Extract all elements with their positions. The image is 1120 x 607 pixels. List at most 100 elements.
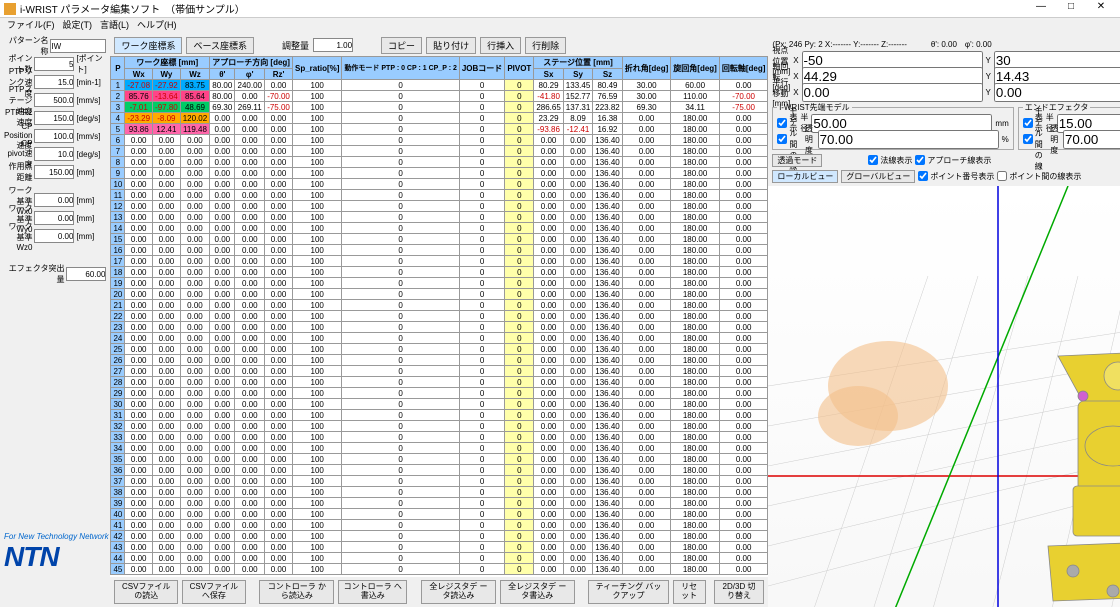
par-x-input[interactable]	[802, 83, 983, 102]
row-delete-button[interactable]: 行削除	[525, 37, 566, 54]
data-table-wrap[interactable]: P ワーク座標 [mm] アプローチ方向 [deg] Sp_ratio[%] 動…	[110, 56, 768, 577]
table-row[interactable]: 130.000.000.000.000.000.001000000.000.00…	[111, 212, 768, 223]
table-row[interactable]: 220.000.000.000.000.000.001000000.000.00…	[111, 311, 768, 322]
table-row[interactable]: 440.000.000.000.000.000.001000000.000.00…	[111, 553, 768, 564]
table-row[interactable]: 3-7.01-97.8048.6969.30269.11-75.00100000…	[111, 102, 768, 113]
cp-pivot-input[interactable]	[34, 147, 74, 161]
approach-check[interactable]	[915, 155, 925, 165]
menu-help[interactable]: ヘルプ(H)	[134, 18, 180, 34]
ptline-check[interactable]	[997, 171, 1007, 181]
reg-save-button[interactable]: 全レジスタデ ータ書込み	[500, 580, 575, 604]
reg-load-button[interactable]: 全レジスタデ ータ読込み	[421, 580, 496, 604]
minimize-button[interactable]: ―	[1026, 1, 1056, 17]
table-row[interactable]: 270.000.000.000.000.000.001000000.000.00…	[111, 366, 768, 377]
3d-view-panel: (Px: 246 Py: 2 X:------- Y:------- Z:---…	[768, 34, 1120, 607]
table-row[interactable]: 390.000.000.000.000.000.001000000.000.00…	[111, 498, 768, 509]
work-dist-input[interactable]	[34, 165, 74, 179]
eff-trans-input[interactable]	[1063, 130, 1120, 149]
2d3d-toggle-button[interactable]: 2D/3D 切り替え	[714, 580, 765, 604]
tip-trans-input[interactable]	[818, 130, 999, 149]
ptp-rz-input[interactable]	[34, 111, 74, 125]
ctrl-save-button[interactable]: コントローラ へ書込み	[338, 580, 407, 604]
table-row[interactable]: 160.000.000.000.000.000.001000000.000.00…	[111, 245, 768, 256]
pattern-name-input[interactable]	[50, 39, 106, 53]
ptnum-check[interactable]	[918, 171, 928, 181]
table-row[interactable]: 360.000.000.000.000.000.001000000.000.00…	[111, 465, 768, 476]
reset-button[interactable]: リセット	[673, 580, 706, 604]
table-row[interactable]: 90.000.000.000.000.000.001000000.000.001…	[111, 168, 768, 179]
menu-settings[interactable]: 設定(T)	[60, 18, 96, 34]
table-row[interactable]: 110.000.000.000.000.000.001000000.000.00…	[111, 190, 768, 201]
table-row[interactable]: 250.000.000.000.000.000.001000000.000.00…	[111, 344, 768, 355]
ptp-stage-input[interactable]	[34, 93, 74, 107]
point-count-input[interactable]	[34, 57, 74, 71]
effector-input[interactable]	[66, 267, 106, 281]
table-row[interactable]: 120.000.000.000.000.000.001000000.000.00…	[111, 201, 768, 212]
wb-wx-input[interactable]	[34, 193, 74, 207]
base-cs-button[interactable]: ベース座標系	[186, 37, 254, 54]
table-row[interactable]: 285.76-13.6485.6480.000.00-70.00100000-4…	[111, 91, 768, 102]
table-row[interactable]: 210.000.000.000.000.000.001000000.000.00…	[111, 300, 768, 311]
table-row[interactable]: 60.000.000.000.000.000.001000000.000.001…	[111, 135, 768, 146]
table-row[interactable]: 1-27.08-27.9283.7580.00240.000.001000008…	[111, 80, 768, 91]
table-row[interactable]: 430.000.000.000.000.000.001000000.000.00…	[111, 542, 768, 553]
table-row[interactable]: 330.000.000.000.000.000.001000000.000.00…	[111, 432, 768, 443]
wb-wz-input[interactable]	[34, 229, 74, 243]
table-row[interactable]: 420.000.000.000.000.000.001000000.000.00…	[111, 531, 768, 542]
local-view-button[interactable]: ローカルビュー	[772, 170, 838, 183]
menu-language[interactable]: 言語(L)	[97, 18, 132, 34]
close-button[interactable]: ✕	[1086, 1, 1116, 17]
table-row[interactable]: 80.000.000.000.000.000.001000000.000.001…	[111, 157, 768, 168]
window-title: i-WRIST パラメータ編集ソフト （帯価サンプル）	[20, 1, 1026, 16]
teaching-button[interactable]: ティーチング バックアップ	[588, 580, 668, 604]
table-row[interactable]: 200.000.000.000.000.000.001000000.000.00…	[111, 289, 768, 300]
table-row[interactable]: 260.000.000.000.000.000.001000000.000.00…	[111, 355, 768, 366]
table-row[interactable]: 370.000.000.000.000.000.001000000.000.00…	[111, 476, 768, 487]
menu-bar: ファイル(F) 設定(T) 言語(L) ヘルプ(H)	[0, 18, 1120, 34]
table-row[interactable]: 190.000.000.000.000.000.001000000.000.00…	[111, 278, 768, 289]
table-row[interactable]: 300.000.000.000.000.000.001000000.000.00…	[111, 399, 768, 410]
eff-line-check[interactable]	[1023, 134, 1033, 144]
maximize-button[interactable]: □	[1056, 1, 1086, 17]
table-row[interactable]: 230.000.000.000.000.000.001000000.000.00…	[111, 322, 768, 333]
table-row[interactable]: 280.000.000.000.000.000.001000000.000.00…	[111, 377, 768, 388]
paste-button[interactable]: 貼り付け	[426, 37, 476, 54]
table-row[interactable]: 593.8612.41119.480.000.000.00100000-93.8…	[111, 124, 768, 135]
bottom-toolbar: CSVファイル の読込 CSVファイル へ保存 コントローラ から読込み コント…	[110, 577, 768, 607]
table-row[interactable]: 290.000.000.000.000.000.001000000.000.00…	[111, 388, 768, 399]
3d-viewport[interactable]	[768, 186, 1120, 607]
tip-line-check[interactable]	[777, 134, 787, 144]
table-row[interactable]: 180.000.000.000.000.000.001000000.000.00…	[111, 267, 768, 278]
trans-mode-button[interactable]: 透過モード	[772, 154, 822, 167]
table-row[interactable]: 400.000.000.000.000.000.001000000.000.00…	[111, 509, 768, 520]
normal-check[interactable]	[868, 155, 878, 165]
table-row[interactable]: 340.000.000.000.000.000.001000000.000.00…	[111, 443, 768, 454]
table-row[interactable]: 4-23.29-8.09120.020.000.000.0010000023.2…	[111, 113, 768, 124]
adjust-input[interactable]	[313, 38, 353, 52]
csv-save-button[interactable]: CSVファイル へ保存	[182, 580, 246, 604]
table-row[interactable]: 380.000.000.000.000.000.001000000.000.00…	[111, 487, 768, 498]
top-toolbar: ワーク座標系 ベース座標系 調整量 コピー 貼り付け 行挿入 行削除	[110, 34, 768, 56]
table-row[interactable]: 450.000.000.000.000.000.001000000.000.00…	[111, 564, 768, 575]
table-row[interactable]: 140.000.000.000.000.000.001000000.000.00…	[111, 223, 768, 234]
work-cs-button[interactable]: ワーク座標系	[114, 37, 182, 54]
csv-load-button[interactable]: CSVファイル の読込	[114, 580, 178, 604]
ctrl-load-button[interactable]: コントローラ から読込み	[259, 580, 334, 604]
table-row[interactable]: 100.000.000.000.000.000.001000000.000.00…	[111, 179, 768, 190]
wb-wy-input[interactable]	[34, 211, 74, 225]
table-row[interactable]: 410.000.000.000.000.000.001000000.000.00…	[111, 520, 768, 531]
table-row[interactable]: 240.000.000.000.000.000.001000000.000.00…	[111, 333, 768, 344]
table-row[interactable]: 70.000.000.000.000.000.001000000.000.001…	[111, 146, 768, 157]
copy-button[interactable]: コピー	[381, 37, 422, 54]
global-view-button[interactable]: グローバルビュー	[841, 170, 915, 183]
row-insert-button[interactable]: 行挿入	[480, 37, 521, 54]
par-y-input[interactable]	[994, 83, 1120, 102]
table-row[interactable]: 320.000.000.000.000.000.001000000.000.00…	[111, 421, 768, 432]
table-row[interactable]: 350.000.000.000.000.000.001000000.000.00…	[111, 454, 768, 465]
menu-file[interactable]: ファイル(F)	[4, 18, 58, 34]
table-row[interactable]: 150.000.000.000.000.000.001000000.000.00…	[111, 234, 768, 245]
cp-pos-input[interactable]	[34, 129, 74, 143]
ptp-link-input[interactable]	[34, 75, 74, 89]
table-row[interactable]: 170.000.000.000.000.000.001000000.000.00…	[111, 256, 768, 267]
table-row[interactable]: 310.000.000.000.000.000.001000000.000.00…	[111, 410, 768, 421]
